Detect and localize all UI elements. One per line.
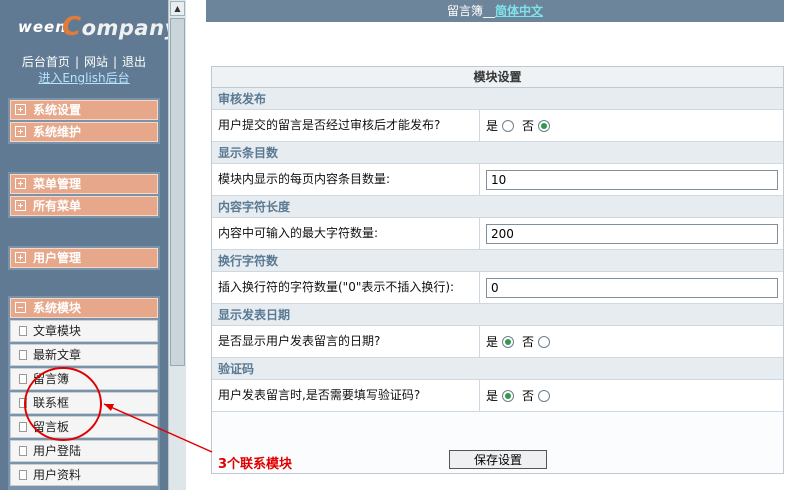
annotation-ellipse: [24, 367, 102, 441]
annotation-arrowhead: [104, 404, 114, 411]
annotation-overlay: [24, 367, 213, 453]
annotation-text: 3个联系模块: [218, 457, 293, 472]
annotation-arrow-line: [103, 403, 213, 453]
